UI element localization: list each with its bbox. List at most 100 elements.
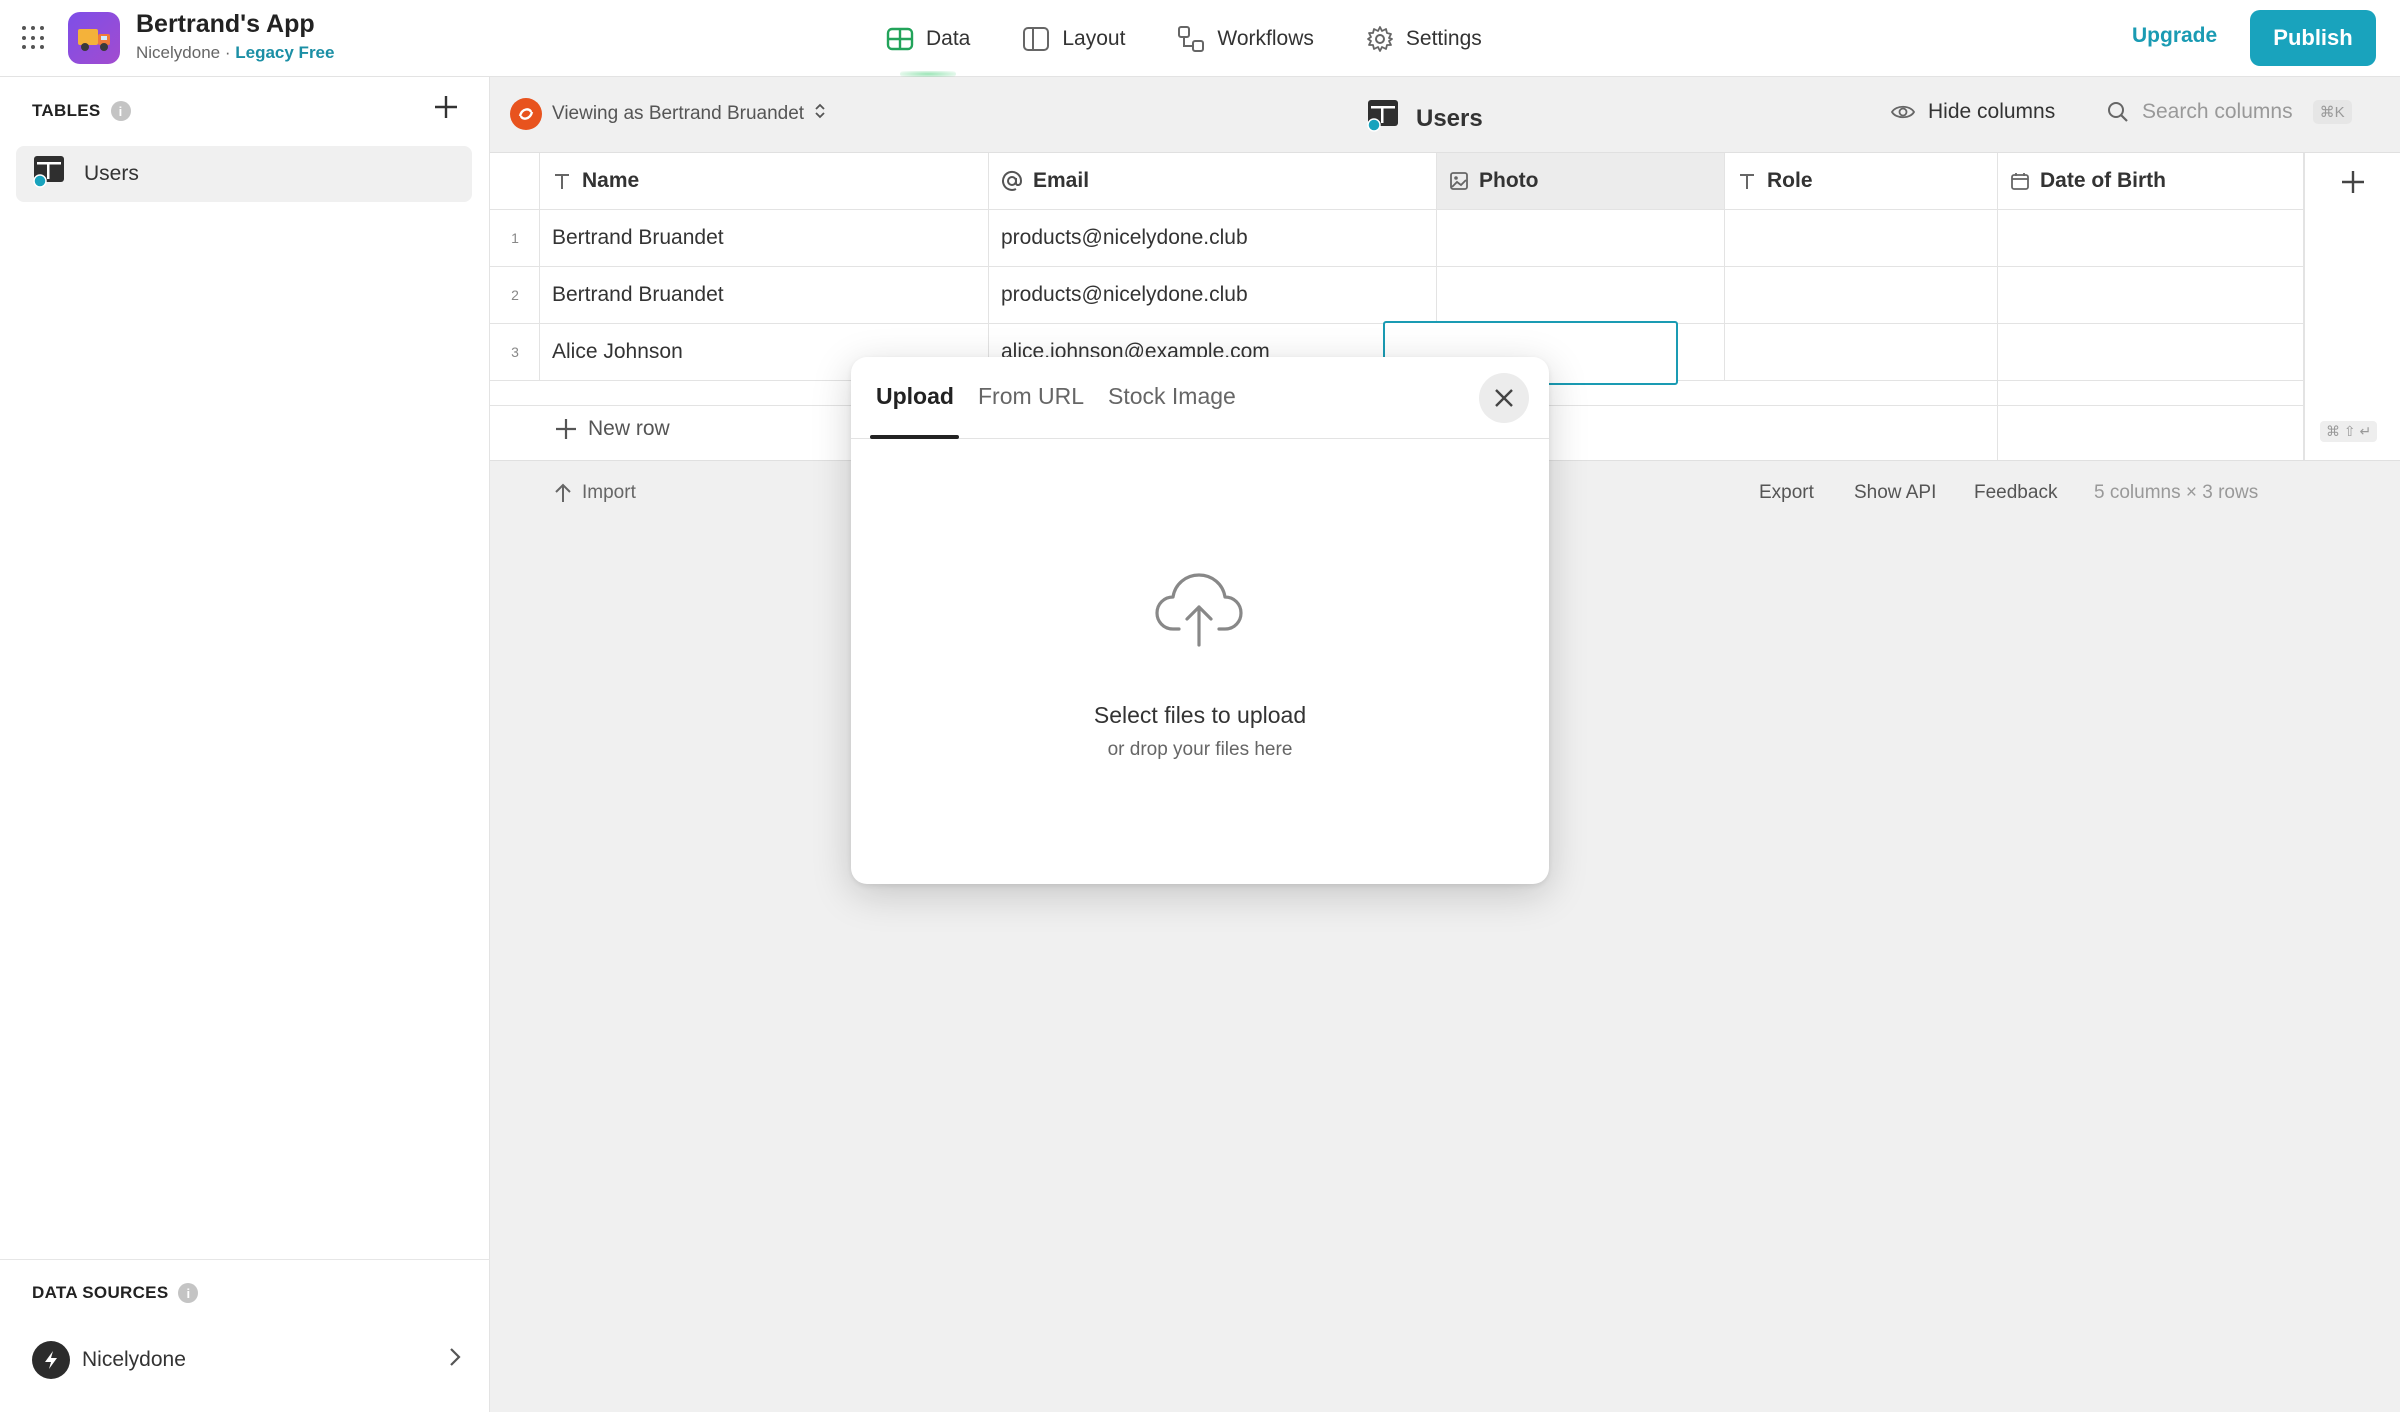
row-number-label: 1: [511, 230, 519, 246]
column-header-role[interactable]: Role: [1725, 153, 1998, 210]
cell-photo[interactable]: [1437, 210, 1725, 267]
column-header-date-of-birth[interactable]: Date of Birth: [1998, 153, 2304, 210]
cell-date-of-birth[interactable]: [1998, 210, 2304, 267]
sidebar-item-label: Users: [84, 162, 139, 185]
column-header-email[interactable]: Email: [989, 153, 1437, 210]
column-header-label: Role: [1767, 169, 1813, 192]
org-name: Nicelydone: [136, 43, 221, 62]
cell-email[interactable]: products@nicelydone.club: [989, 210, 1437, 267]
column-header-photo[interactable]: Photo: [1437, 153, 1725, 210]
close-button[interactable]: [1479, 373, 1529, 423]
tab-upload[interactable]: Upload: [876, 383, 954, 410]
table-summary: 5 columns × 3 rows: [2094, 482, 2259, 503]
separator: ·: [224, 43, 231, 62]
publish-button[interactable]: Publish: [2250, 10, 2376, 66]
add-column-button[interactable]: [2304, 153, 2400, 460]
table-icon: [1366, 98, 1402, 139]
new-row-label: New row: [588, 417, 670, 440]
row-number: 3: [490, 324, 540, 381]
plus-icon: [556, 419, 576, 439]
nav-workflows[interactable]: Workflows: [1151, 0, 1339, 77]
cell-email[interactable]: products@nicelydone.club: [989, 267, 1437, 324]
calendar-icon: [2011, 173, 2029, 190]
viewer-avatar-icon: [510, 98, 542, 130]
app-title: Bertrand's App: [136, 10, 315, 38]
nav-workflows-label: Workflows: [1217, 26, 1314, 50]
row-number-header: [490, 153, 540, 210]
app-logo: [68, 12, 120, 64]
upload-subtitle: or drop your files here: [1107, 739, 1293, 760]
cell-role[interactable]: [1725, 267, 1998, 324]
add-table-button[interactable]: [432, 93, 460, 126]
column-header-label: Date of Birth: [2040, 169, 2166, 192]
top-bar: Bertrand's App Nicelydone · Legacy Free …: [0, 0, 2400, 77]
column-header-name[interactable]: Name: [540, 153, 989, 210]
tab-stock-image[interactable]: Stock Image: [1108, 383, 1236, 410]
image-icon: [1450, 172, 1468, 190]
search-columns-input[interactable]: Search columns ⌘K: [2106, 100, 2352, 124]
import-button[interactable]: Import: [554, 482, 636, 504]
row-number-label: 2: [511, 287, 519, 303]
viewing-as-selector[interactable]: Viewing as Bertrand Bruandet: [510, 98, 826, 130]
layout-icon: [1023, 26, 1050, 51]
table-icon: [32, 154, 68, 194]
upgrade-link[interactable]: Upgrade: [2132, 24, 2217, 48]
data-sources-heading-label: DATA SOURCES: [32, 1283, 169, 1302]
hide-columns-label: Hide columns: [1928, 100, 2056, 123]
at-icon: [1002, 170, 1023, 191]
sidebar: TABLES i Users DATA SOURCES i Nicelydone: [0, 77, 490, 1412]
active-tab-indicator: [870, 435, 959, 439]
tab-from-url[interactable]: From URL: [978, 383, 1084, 410]
export-button[interactable]: Export: [1759, 482, 1814, 504]
plus-icon: [2342, 171, 2364, 193]
nav-settings[interactable]: Settings: [1340, 0, 1508, 77]
nav-data-label: Data: [926, 26, 971, 50]
cell-name[interactable]: Bertrand Bruandet: [540, 210, 989, 267]
cell-date-of-birth[interactable]: [1998, 324, 2304, 381]
viewing-as-label: Viewing as Bertrand Bruandet: [552, 103, 805, 124]
search-placeholder: Search columns: [2142, 100, 2293, 123]
upload-title: Select files to upload: [1093, 702, 1307, 728]
data-source-label: Nicelydone: [82, 1348, 186, 1371]
sidebar-item-users[interactable]: Users: [16, 146, 472, 202]
chevron-right-icon: [448, 1346, 462, 1374]
tables-heading-label: TABLES: [32, 101, 101, 120]
table-title: Users: [1366, 98, 1483, 139]
cell-photo[interactable]: [1437, 267, 1725, 324]
search-shortcut: ⌘K: [2312, 100, 2352, 124]
info-icon[interactable]: i: [110, 101, 131, 121]
row-number: 2: [490, 267, 540, 324]
hide-columns-button[interactable]: Hide columns: [1890, 100, 2055, 124]
column-header-label: Email: [1033, 169, 1090, 192]
plus-icon: [435, 96, 457, 118]
info-icon[interactable]: i: [178, 1283, 199, 1303]
app-grid-icon[interactable]: [22, 26, 46, 50]
nav-data[interactable]: Data: [860, 0, 996, 77]
nav-settings-label: Settings: [1405, 26, 1482, 50]
new-row-button[interactable]: New row: [554, 417, 670, 441]
table-icon: [886, 27, 914, 50]
plan-badge[interactable]: Legacy Free: [235, 43, 334, 62]
tables-heading: TABLES i: [32, 101, 131, 121]
column-header-label: Photo: [1479, 169, 1539, 192]
row-number-label: 3: [511, 344, 519, 360]
cell-role[interactable]: [1725, 324, 1998, 381]
search-icon: [2108, 102, 2128, 122]
nav-layout-label: Layout: [1062, 26, 1126, 50]
show-api-button[interactable]: Show API: [1854, 482, 1936, 504]
cell-name[interactable]: Bertrand Bruandet: [540, 267, 989, 324]
gear-icon: [1366, 25, 1393, 52]
cell-date-of-birth[interactable]: [1998, 267, 2304, 324]
nicelydone-logo-icon: [32, 1341, 70, 1379]
divider: [0, 1259, 490, 1260]
text-icon: [1740, 174, 1754, 189]
nav-layout[interactable]: Layout: [996, 0, 1151, 77]
cell-role[interactable]: [1725, 210, 1998, 267]
feedback-button[interactable]: Feedback: [1974, 482, 2057, 504]
table-toolbar: Viewing as Bertrand Bruandet Users Hide …: [490, 77, 2400, 152]
text-icon: [555, 174, 569, 189]
arrow-up-icon: [555, 483, 571, 502]
empty-area: [1998, 381, 2304, 460]
data-source-nicelydone[interactable]: Nicelydone: [32, 1340, 462, 1380]
cloud-upload-icon[interactable]: [1151, 567, 1247, 656]
